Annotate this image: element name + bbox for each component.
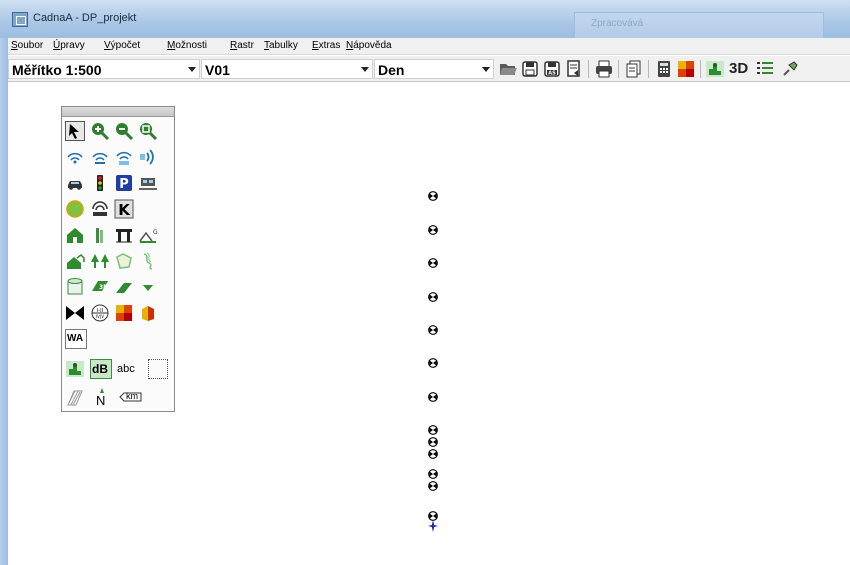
- grid-map-icon[interactable]: [676, 59, 696, 79]
- background-window-tab[interactable]: Zpracovává: [574, 12, 824, 38]
- 3d-view-label: 3D: [729, 60, 749, 77]
- receiver-point[interactable]: [428, 434, 438, 447]
- receiver-grid-icon[interactable]: [705, 59, 725, 79]
- scale-value: Měřítko 1:500: [12, 62, 102, 78]
- toolbar-separator: [648, 60, 649, 78]
- toolbar-separator: [618, 60, 619, 78]
- window-title: CadnaA - DP_projekt: [33, 12, 137, 24]
- toolbar-separator: [588, 60, 589, 78]
- calculator-icon[interactable]: [654, 59, 674, 79]
- title-bar: CadnaA - DP_projekt Zpracovává: [0, 0, 850, 38]
- scale-dropdown-arrow-icon[interactable]: [188, 67, 196, 72]
- layers-icon[interactable]: [755, 59, 775, 79]
- menu-soubor[interactable]: Soubor: [11, 40, 43, 51]
- receiver-point[interactable]: [428, 508, 438, 521]
- receiver-point[interactable]: [428, 289, 438, 302]
- main-toolbar: Měřítko 1:500 V01 Den AS 3D: [8, 56, 850, 82]
- 3d-view-icon[interactable]: 3D: [728, 59, 752, 79]
- receiver-point[interactable]: [428, 322, 438, 335]
- receiver-point[interactable]: [428, 255, 438, 268]
- receiver-point[interactable]: [428, 466, 438, 479]
- svg-text:AS: AS: [548, 71, 556, 77]
- receiver-point[interactable]: [428, 478, 438, 491]
- menu-upravy[interactable]: Úpravy: [53, 40, 85, 51]
- variant-select[interactable]: V01: [201, 59, 373, 79]
- save-as-icon[interactable]: AS: [542, 59, 562, 79]
- save-icon[interactable]: [520, 59, 540, 79]
- scale-select[interactable]: Měřítko 1:500: [8, 59, 200, 79]
- cadna-window: CadnaA - DP_projekt Zpracovává Soubor Úp…: [0, 0, 850, 565]
- window-left-border: [0, 38, 8, 565]
- period-value: Den: [378, 62, 405, 78]
- print-icon[interactable]: [594, 59, 614, 79]
- menu-extras[interactable]: Extras: [312, 40, 340, 51]
- receiver-point[interactable]: [428, 446, 438, 459]
- toolbar-separator: [700, 60, 701, 78]
- period-select[interactable]: Den: [374, 59, 494, 79]
- receiver-point[interactable]: [428, 355, 438, 368]
- pin-icon[interactable]: [780, 59, 800, 79]
- background-window-title: Zpracovává: [591, 18, 644, 29]
- map-canvas[interactable]: [8, 82, 850, 565]
- export-icon[interactable]: [564, 59, 584, 79]
- open-folder-icon[interactable]: [498, 59, 518, 79]
- menu-rastr[interactable]: Rastr: [230, 40, 254, 51]
- receiver-point[interactable]: [428, 222, 438, 235]
- receiver-point[interactable]: [428, 422, 438, 435]
- menu-moznosti[interactable]: Možnosti: [167, 40, 207, 51]
- period-dropdown-arrow-icon[interactable]: [482, 67, 490, 72]
- cadna-app-icon: [12, 12, 28, 27]
- menu-tabulky[interactable]: Tabulky: [264, 40, 298, 51]
- menu-napoveda[interactable]: Nápověda: [346, 40, 392, 51]
- variant-value: V01: [205, 62, 230, 78]
- document-icon[interactable]: [624, 59, 644, 79]
- menu-bar: Soubor Úpravy Výpočet Možnosti Rastr Tab…: [8, 38, 850, 55]
- cross-marker-icon[interactable]: [428, 519, 438, 532]
- receiver-point[interactable]: [428, 188, 438, 201]
- menu-vypocet[interactable]: Výpočet: [104, 40, 140, 51]
- receiver-point[interactable]: [428, 389, 438, 402]
- variant-dropdown-arrow-icon[interactable]: [361, 67, 369, 72]
